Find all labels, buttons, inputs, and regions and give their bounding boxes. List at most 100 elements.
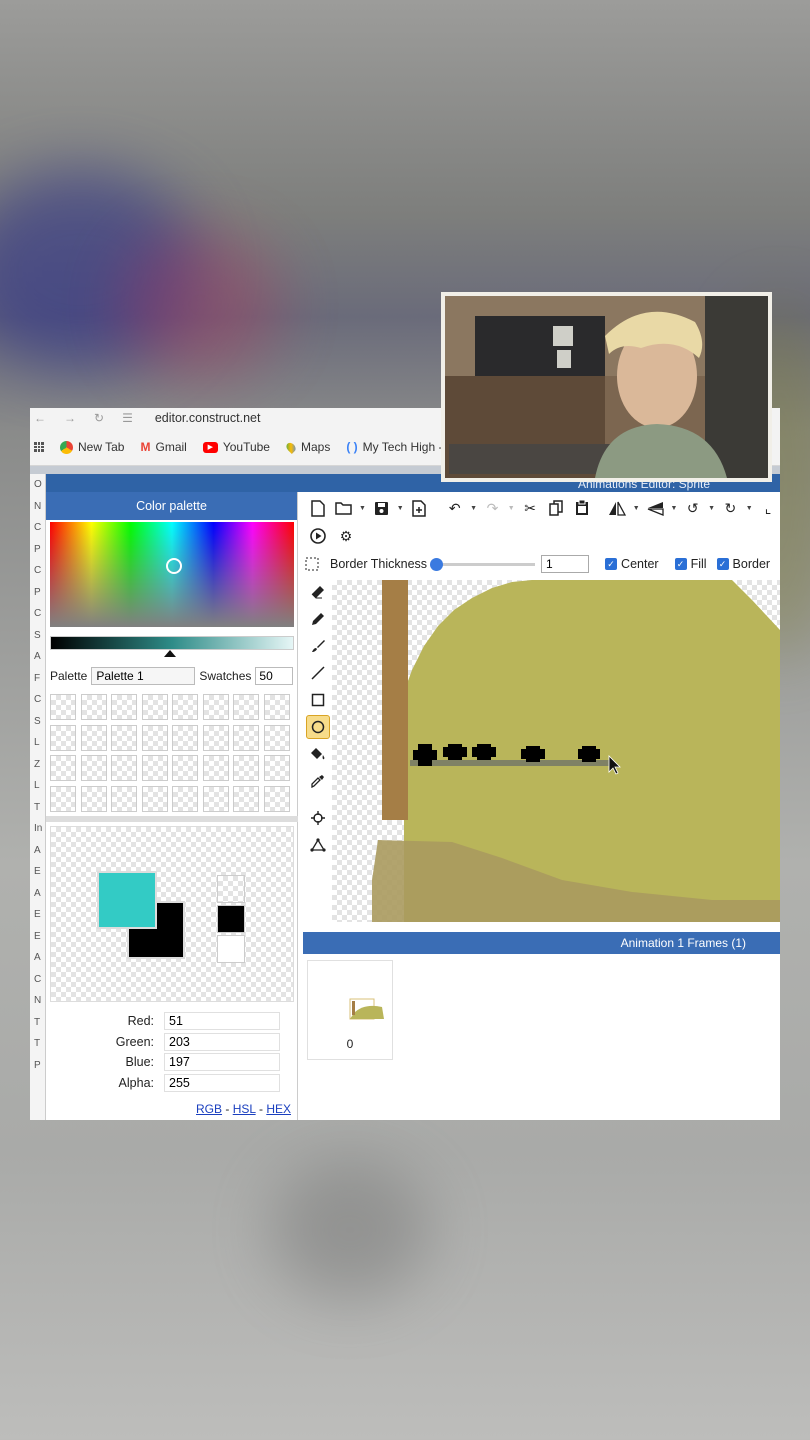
border-checkbox[interactable]: ✓ bbox=[716, 558, 729, 570]
brush-tool-icon[interactable] bbox=[306, 634, 330, 658]
rectangle-select-icon[interactable] bbox=[300, 552, 324, 576]
palette-swatch[interactable] bbox=[263, 755, 290, 781]
bookmark-maps[interactable]: Maps bbox=[284, 440, 330, 454]
palette-swatch[interactable] bbox=[50, 694, 76, 720]
palette-swatch[interactable] bbox=[172, 694, 198, 720]
green-input[interactable] bbox=[164, 1033, 280, 1051]
palette-swatch[interactable] bbox=[50, 785, 76, 812]
apps-grid-icon[interactable] bbox=[34, 442, 44, 452]
center-checkbox[interactable]: ✓ bbox=[605, 558, 618, 570]
line-tool-icon[interactable] bbox=[306, 661, 330, 685]
palette-swatch[interactable] bbox=[172, 785, 198, 812]
forward-icon[interactable]: → bbox=[64, 411, 76, 425]
frame-tile[interactable]: 0 bbox=[307, 960, 393, 1060]
site-info-icon[interactable]: ☰ bbox=[122, 411, 133, 425]
palette-swatch[interactable] bbox=[202, 785, 229, 812]
palette-swatch[interactable] bbox=[141, 785, 168, 812]
border-thickness-slider-handle[interactable] bbox=[430, 557, 444, 571]
mirror-icon[interactable] bbox=[606, 496, 630, 520]
origin-point-tool-icon[interactable] bbox=[306, 806, 330, 830]
foreground-color-swatch[interactable] bbox=[97, 871, 157, 929]
flip-icon[interactable] bbox=[643, 496, 667, 520]
copy-icon[interactable] bbox=[544, 496, 568, 520]
palette-swatch[interactable] bbox=[141, 724, 168, 751]
transparent-color-button[interactable] bbox=[217, 875, 245, 903]
palette-swatch[interactable] bbox=[233, 785, 259, 812]
hsl-mode-link[interactable]: HSL bbox=[233, 1102, 256, 1116]
save-icon[interactable] bbox=[369, 496, 393, 520]
undo-icon[interactable]: ↶ bbox=[443, 496, 467, 520]
color-spectrum[interactable] bbox=[50, 522, 294, 627]
palette-swatch[interactable] bbox=[263, 785, 290, 812]
palette-swatch[interactable] bbox=[80, 755, 107, 781]
redo-icon[interactable]: ↷ bbox=[481, 496, 505, 520]
crop-icon[interactable]: ⌞ bbox=[756, 496, 780, 520]
palette-swatch[interactable] bbox=[233, 724, 259, 751]
open-folder-icon[interactable] bbox=[332, 496, 356, 520]
reload-icon[interactable]: ↻ bbox=[94, 411, 104, 425]
rotate-cw-icon[interactable]: ↻ bbox=[719, 496, 743, 520]
bookmark-gmail[interactable]: M Gmail bbox=[140, 440, 186, 454]
palette-swatch[interactable] bbox=[172, 724, 198, 751]
palette-swatch[interactable] bbox=[111, 694, 137, 720]
white-color-button[interactable] bbox=[217, 935, 245, 963]
fill-bucket-tool-icon[interactable] bbox=[306, 742, 330, 766]
shade-slider-handle-icon[interactable] bbox=[164, 650, 176, 657]
palette-swatch[interactable] bbox=[202, 694, 229, 720]
rotate-cw-dropdown-caret-icon[interactable]: ▼ bbox=[744, 505, 754, 512]
undo-dropdown-caret-icon[interactable]: ▼ bbox=[469, 505, 479, 512]
settings-gear-icon[interactable]: ⚙ bbox=[334, 524, 358, 548]
bookmark-youtube[interactable]: ▶ YouTube bbox=[202, 440, 270, 454]
open-dropdown-caret-icon[interactable]: ▼ bbox=[358, 505, 368, 512]
back-icon[interactable]: ← bbox=[34, 411, 46, 425]
palette-swatch[interactable] bbox=[233, 755, 259, 781]
hex-mode-link[interactable]: HEX bbox=[266, 1102, 291, 1116]
address-bar[interactable]: editor.construct.net bbox=[155, 411, 261, 425]
palette-swatch[interactable] bbox=[263, 694, 290, 720]
palette-swatch[interactable] bbox=[50, 724, 76, 751]
palette-swatch[interactable] bbox=[80, 724, 107, 751]
palette-swatch[interactable] bbox=[80, 694, 107, 720]
paste-icon[interactable] bbox=[570, 496, 594, 520]
ellipse-tool-icon[interactable] bbox=[306, 715, 330, 739]
rectangle-tool-icon[interactable] bbox=[306, 688, 330, 712]
palette-swatch[interactable] bbox=[233, 694, 259, 720]
palette-swatch[interactable] bbox=[50, 755, 76, 781]
save-dropdown-caret-icon[interactable]: ▼ bbox=[395, 505, 405, 512]
palette-swatch[interactable] bbox=[202, 724, 229, 751]
alpha-input[interactable] bbox=[164, 1074, 280, 1092]
color-picker-tool-icon[interactable] bbox=[306, 769, 330, 793]
new-file-icon[interactable] bbox=[306, 496, 330, 520]
mirror-dropdown-caret-icon[interactable]: ▼ bbox=[631, 505, 641, 512]
palette-swatch[interactable] bbox=[80, 785, 107, 812]
bookmark-my-tech-high[interactable]: ( ) My Tech High - bbox=[346, 440, 442, 454]
palette-swatch[interactable] bbox=[263, 724, 290, 751]
cut-icon[interactable]: ✂ bbox=[518, 496, 542, 520]
palette-swatch[interactable] bbox=[111, 724, 137, 751]
rotate-ccw-icon[interactable]: ↺ bbox=[681, 496, 705, 520]
palette-select[interactable] bbox=[91, 667, 196, 685]
palette-swatch[interactable] bbox=[111, 785, 137, 812]
bookmark-new-tab[interactable]: New Tab bbox=[60, 440, 124, 454]
blue-input[interactable] bbox=[164, 1053, 280, 1071]
palette-swatch[interactable] bbox=[111, 755, 137, 781]
pencil-tool-icon[interactable] bbox=[306, 607, 330, 631]
rgb-mode-link[interactable]: RGB bbox=[196, 1102, 222, 1116]
flip-dropdown-caret-icon[interactable]: ▼ bbox=[669, 505, 679, 512]
panel-divider[interactable] bbox=[46, 816, 298, 822]
swatches-count-input[interactable] bbox=[255, 667, 294, 685]
palette-swatch[interactable] bbox=[141, 755, 168, 781]
image-canvas[interactable] bbox=[332, 580, 780, 922]
black-color-button[interactable] bbox=[217, 905, 245, 933]
palette-swatch[interactable] bbox=[202, 755, 229, 781]
rotate-ccw-dropdown-caret-icon[interactable]: ▼ bbox=[707, 505, 717, 512]
red-input[interactable] bbox=[164, 1012, 280, 1030]
shade-slider[interactable] bbox=[50, 636, 294, 650]
eraser-tool-icon[interactable] bbox=[306, 580, 330, 604]
fill-checkbox[interactable]: ✓ bbox=[674, 558, 687, 570]
collision-polygon-tool-icon[interactable] bbox=[306, 833, 330, 857]
spectrum-cursor[interactable] bbox=[166, 558, 182, 574]
palette-swatch[interactable] bbox=[172, 755, 198, 781]
palette-swatch[interactable] bbox=[141, 694, 168, 720]
redo-dropdown-caret-icon[interactable]: ▼ bbox=[506, 505, 516, 512]
